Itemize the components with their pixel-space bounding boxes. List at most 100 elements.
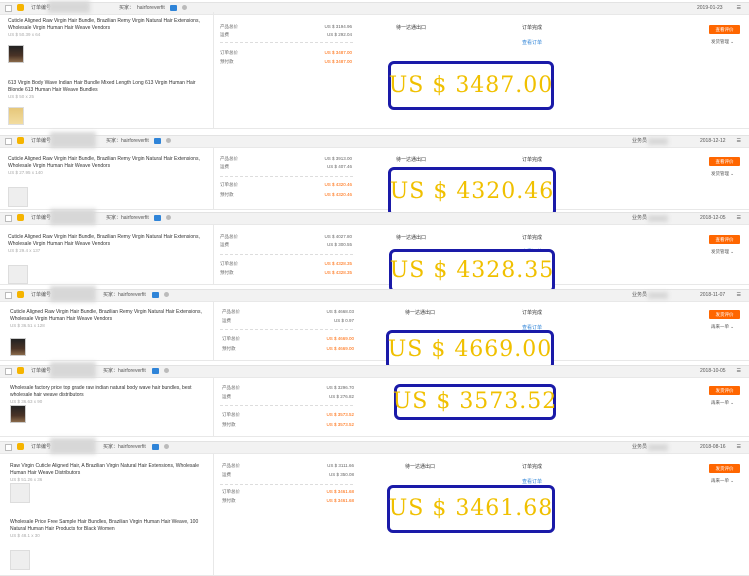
ship-manage-dropdown[interactable]: 发货管理 ⌄ <box>711 249 734 255</box>
product-title[interactable]: Raw Virgin Cuticle Aligned Hair, A Brazi… <box>10 463 210 476</box>
ship-manage-dropdown[interactable]: 发货管理 ⌄ <box>711 171 734 177</box>
order-tag-icon <box>17 291 24 298</box>
more-menu-icon[interactable]: ☰ <box>737 291 741 300</box>
order-amount-value: US $ 3487.00 <box>324 50 352 55</box>
product-thumbnail[interactable] <box>10 338 26 356</box>
order-number-redacted <box>50 438 96 454</box>
order-checkbox[interactable] <box>5 215 12 222</box>
order-checkbox[interactable] <box>5 368 12 375</box>
chat-icon[interactable] <box>152 444 159 450</box>
order-card: 订单编号 买家： hairforeverfit 2019-01-23 ☰ Cut… <box>0 0 749 130</box>
shipping-label: 运费 <box>220 32 229 37</box>
more-menu-icon[interactable]: ☰ <box>737 137 741 146</box>
chat-icon[interactable] <box>154 215 161 221</box>
order-card: 订单编号 买家： hairforeverfit 业务员 2018-12-12 ☰… <box>0 132 749 210</box>
divider <box>220 329 353 330</box>
product-title[interactable]: Cuticle Aligned Raw Virgin Hair Bundle, … <box>8 234 208 247</box>
chat-icon[interactable] <box>152 292 159 298</box>
product-thumbnail[interactable] <box>10 483 30 503</box>
shipping-label: 运费 <box>222 394 231 399</box>
product-title[interactable]: 613 Virgin Body Wave Indian Hair Bundle … <box>8 80 208 93</box>
status-dot-icon <box>164 292 169 297</box>
order-tag-icon <box>17 367 24 374</box>
prepaid-label: 预付款 <box>220 192 234 197</box>
more-actions-dropdown[interactable]: 再来一单 ⌄ <box>711 324 734 330</box>
order-date: 2018-10-05 <box>700 368 726 374</box>
order-checkbox[interactable] <box>5 292 12 299</box>
chat-icon[interactable] <box>154 138 161 144</box>
more-actions-label: 再来一单 <box>711 400 729 405</box>
product-total-label: 产品总价 <box>220 24 238 29</box>
order-amount-label: 订单总价 <box>220 50 238 55</box>
product-title[interactable]: Cuticle Aligned Raw Virgin Hair Bundle, … <box>8 156 208 169</box>
product-title[interactable]: Wholesale Price Free Sample Hair Bundles… <box>10 519 210 532</box>
more-actions-dropdown[interactable]: 再来一单 ⌄ <box>711 478 734 484</box>
order-body: Cuticle Aligned Raw Virgin Hair Bundle, … <box>0 147 749 210</box>
order-checkbox[interactable] <box>5 138 12 145</box>
product-total-value: US $ 3111.66 <box>327 463 354 468</box>
review-pending-button[interactable]: 发货评价 <box>709 310 740 319</box>
prepaid-label: 预付款 <box>222 422 236 427</box>
order-body: Cuticle Aligned Raw Virgin Hair Bundle, … <box>0 301 749 361</box>
product-thumbnail[interactable] <box>10 550 30 570</box>
product-title[interactable]: Cuticle Aligned Raw Virgin Hair Bundle, … <box>8 18 208 31</box>
buyer-name[interactable]: hairforeverfit <box>121 214 149 223</box>
product-title[interactable]: Cuticle Aligned Raw Virgin Hair Bundle, … <box>10 309 210 322</box>
order-amount-label: 订单总价 <box>222 336 240 341</box>
buyer-name[interactable]: hairforeverfit <box>118 291 146 300</box>
buyer-label: 买家： <box>103 292 119 298</box>
ship-method: 待一达通出口 <box>405 310 436 316</box>
view-order-link[interactable]: 查看订单 <box>522 478 542 485</box>
view-order-link[interactable]: 查看订单 <box>522 39 542 46</box>
order-number-label: 订单编号 <box>31 215 52 221</box>
product-total-value: US $ 4668.03 <box>326 309 354 314</box>
order-checkbox[interactable] <box>5 5 12 12</box>
chat-icon[interactable] <box>170 5 177 11</box>
more-actions-dropdown[interactable]: 再来一单 ⌄ <box>711 400 734 406</box>
product-total-label: 产品总价 <box>222 385 240 390</box>
buyer-label: 买家： <box>106 215 122 221</box>
order-body: Cuticle Aligned Raw Virgin Hair Bundle, … <box>0 224 749 285</box>
order-checkbox[interactable] <box>5 444 12 451</box>
divider <box>220 176 353 177</box>
product-title[interactable]: Wholesale factory price top grade raw in… <box>10 385 210 398</box>
product-thumbnail[interactable] <box>8 107 24 125</box>
view-review-button[interactable]: 查看评价 <box>709 25 740 34</box>
product-thumbnail[interactable] <box>8 265 28 284</box>
more-menu-icon[interactable]: ☰ <box>737 214 741 223</box>
buyer-name[interactable]: hairforeverfit <box>121 137 149 146</box>
status-dot-icon <box>164 444 169 449</box>
more-menu-icon[interactable]: ☰ <box>737 443 741 452</box>
product-total-value: US $ 3194.96 <box>324 24 352 29</box>
order-status: 订单完成 <box>522 235 543 241</box>
product-thumbnail[interactable] <box>8 45 24 63</box>
seller-name-redacted <box>648 292 668 299</box>
order-date: 2018-12-12 <box>700 138 726 144</box>
review-pending-button[interactable]: 发货评价 <box>709 386 740 395</box>
order-tag-icon <box>17 4 24 11</box>
view-review-button[interactable]: 查看评价 <box>709 235 740 244</box>
seller-label: 业务员 <box>632 444 648 450</box>
order-status: 订单完成 <box>522 310 543 316</box>
order-tag-icon <box>17 214 24 221</box>
buyer-name[interactable]: hairforeverfit <box>118 443 146 452</box>
more-menu-icon[interactable]: ☰ <box>737 367 741 376</box>
shipping-label: 运费 <box>222 318 231 323</box>
order-date: 2018-11-07 <box>700 292 726 298</box>
product-thumbnail[interactable] <box>8 187 28 207</box>
product-thumbnail[interactable] <box>10 405 26 423</box>
shipping-label: 运费 <box>222 472 231 477</box>
chat-icon[interactable] <box>152 368 159 374</box>
ship-manage-dropdown[interactable]: 发货管理 ⌄ <box>711 39 734 45</box>
view-review-button[interactable]: 查看评价 <box>709 157 740 166</box>
order-card: 订单编号 买家： hairforeverfit 业务员 2018-12-05 ☰… <box>0 209 749 285</box>
buyer-label: 买家： <box>103 444 119 450</box>
product-total-value: US $ 3913.00 <box>324 156 352 161</box>
buyer-name[interactable]: hairforeverfit <box>118 367 146 376</box>
prepaid-label: 预付款 <box>220 59 234 64</box>
order-date: 2018-08-16 <box>700 444 726 450</box>
review-pending-button[interactable]: 发货评价 <box>709 464 740 473</box>
more-actions-label: 再来一单 <box>711 478 729 483</box>
product-item: Cuticle Aligned Raw Virgin Hair Bundle, … <box>10 309 210 328</box>
buyer-label: 买家： <box>103 368 119 374</box>
